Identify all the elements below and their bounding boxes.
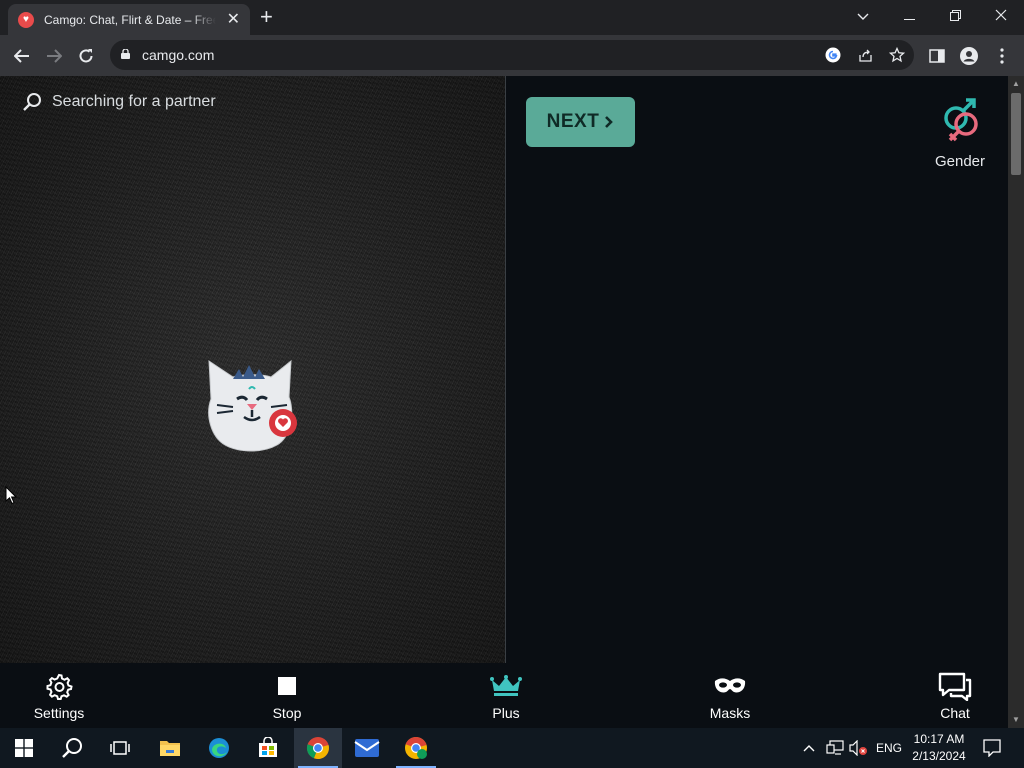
clock-time: 10:17 AM	[913, 732, 965, 746]
network-icon[interactable]	[826, 728, 844, 768]
next-button-label: NEXT	[546, 111, 600, 132]
task-view-icon[interactable]	[96, 728, 144, 768]
tab-close-icon[interactable]: ✕	[227, 12, 240, 28]
microsoft-store-icon[interactable]	[244, 728, 292, 768]
next-button[interactable]: NEXT	[526, 97, 635, 147]
crown-icon	[490, 675, 522, 696]
back-arrow-icon[interactable]	[9, 43, 35, 69]
gender-label: Gender	[934, 153, 986, 170]
language-indicator[interactable]: ENG	[876, 728, 902, 768]
searching-text: Searching for a partner	[52, 93, 216, 110]
taskbar-search-icon[interactable]	[48, 728, 96, 768]
chat-button[interactable]: Chat	[915, 671, 995, 721]
video-divider	[505, 76, 506, 663]
chrome-icon[interactable]	[294, 728, 342, 768]
kebab-menu-icon[interactable]	[992, 46, 1012, 66]
file-explorer-icon[interactable]	[146, 728, 194, 768]
profile-icon[interactable]	[959, 46, 979, 66]
reload-icon[interactable]	[73, 43, 99, 69]
plus-button[interactable]: Plus	[466, 671, 546, 721]
lock-icon[interactable]	[121, 49, 130, 59]
browser-tab[interactable]: ♥ Camgo: Chat, Flirt & Date – Free ✕	[8, 4, 250, 35]
address-bar[interactable]: camgo.com	[110, 40, 914, 70]
chrome-profile-icon[interactable]	[392, 728, 440, 768]
partner-video-area: Searching for a partner	[0, 76, 505, 663]
taskbar-clock[interactable]: 10:17 AM 2/13/2024	[905, 731, 973, 765]
bottom-nav: Settings Stop Plus Masks Chat	[0, 663, 1008, 728]
stop-label: Stop	[272, 705, 302, 721]
masks-label: Masks	[709, 705, 751, 721]
plus-label: Plus	[492, 705, 520, 721]
share-icon[interactable]	[856, 46, 874, 64]
clock-date: 2/13/2024	[912, 749, 966, 763]
page-scrollbar[interactable]: ▲ ▼	[1008, 76, 1024, 728]
scroll-up-arrow-icon[interactable]: ▲	[1008, 76, 1024, 92]
forward-arrow-icon[interactable]	[41, 43, 67, 69]
masks-button[interactable]: Masks	[690, 671, 770, 721]
new-tab-button[interactable]: +	[260, 6, 273, 28]
close-window-button[interactable]	[978, 4, 1024, 30]
edge-browser-icon[interactable]	[195, 728, 243, 768]
stop-icon	[278, 677, 296, 695]
search-status: Searching for a partner	[22, 92, 216, 112]
stop-button[interactable]: Stop	[247, 671, 327, 721]
camgo-page: Searching for a partner NEXT Gender Sett…	[0, 76, 1008, 728]
bookmark-star-icon[interactable]	[888, 46, 906, 64]
show-hidden-icons-chevron-icon[interactable]	[803, 728, 815, 768]
mask-icon	[714, 678, 746, 693]
url-text[interactable]: camgo.com	[142, 47, 214, 63]
settings-button[interactable]: Settings	[19, 671, 99, 721]
tab-title: Camgo: Chat, Flirt & Date – Free	[44, 12, 216, 27]
chat-label: Chat	[940, 705, 970, 721]
windows-taskbar: ENG 10:17 AM 2/13/2024	[0, 728, 1024, 768]
gear-icon	[46, 673, 73, 700]
gender-filter-button[interactable]: Gender	[930, 98, 990, 170]
side-panel-icon[interactable]	[927, 46, 947, 66]
browser-toolbar: camgo.com	[0, 35, 1024, 76]
mail-app-icon[interactable]	[343, 728, 391, 768]
minimize-button[interactable]	[886, 4, 932, 30]
chevron-right-icon	[605, 116, 614, 128]
gender-symbol-icon	[944, 98, 978, 142]
restore-button[interactable]	[932, 4, 978, 30]
tab-strip: ♥ Camgo: Chat, Flirt & Date – Free ✕ +	[0, 0, 1024, 35]
google-icon[interactable]	[824, 46, 842, 64]
search-icon	[23, 93, 41, 111]
scroll-thumb[interactable]	[1011, 93, 1021, 175]
scroll-down-arrow-icon[interactable]: ▼	[1008, 712, 1024, 728]
settings-label: Settings	[33, 705, 85, 721]
chat-icon	[938, 672, 972, 701]
volume-muted-icon[interactable]	[849, 728, 867, 768]
notifications-icon[interactable]	[983, 728, 1001, 768]
windows-start-icon[interactable]	[0, 728, 48, 768]
camgo-favicon-icon: ♥	[18, 11, 34, 28]
mouse-cursor-icon	[5, 486, 17, 505]
tab-search-dropdown-icon[interactable]	[840, 4, 886, 30]
camgo-cat-logo-icon	[208, 359, 297, 452]
